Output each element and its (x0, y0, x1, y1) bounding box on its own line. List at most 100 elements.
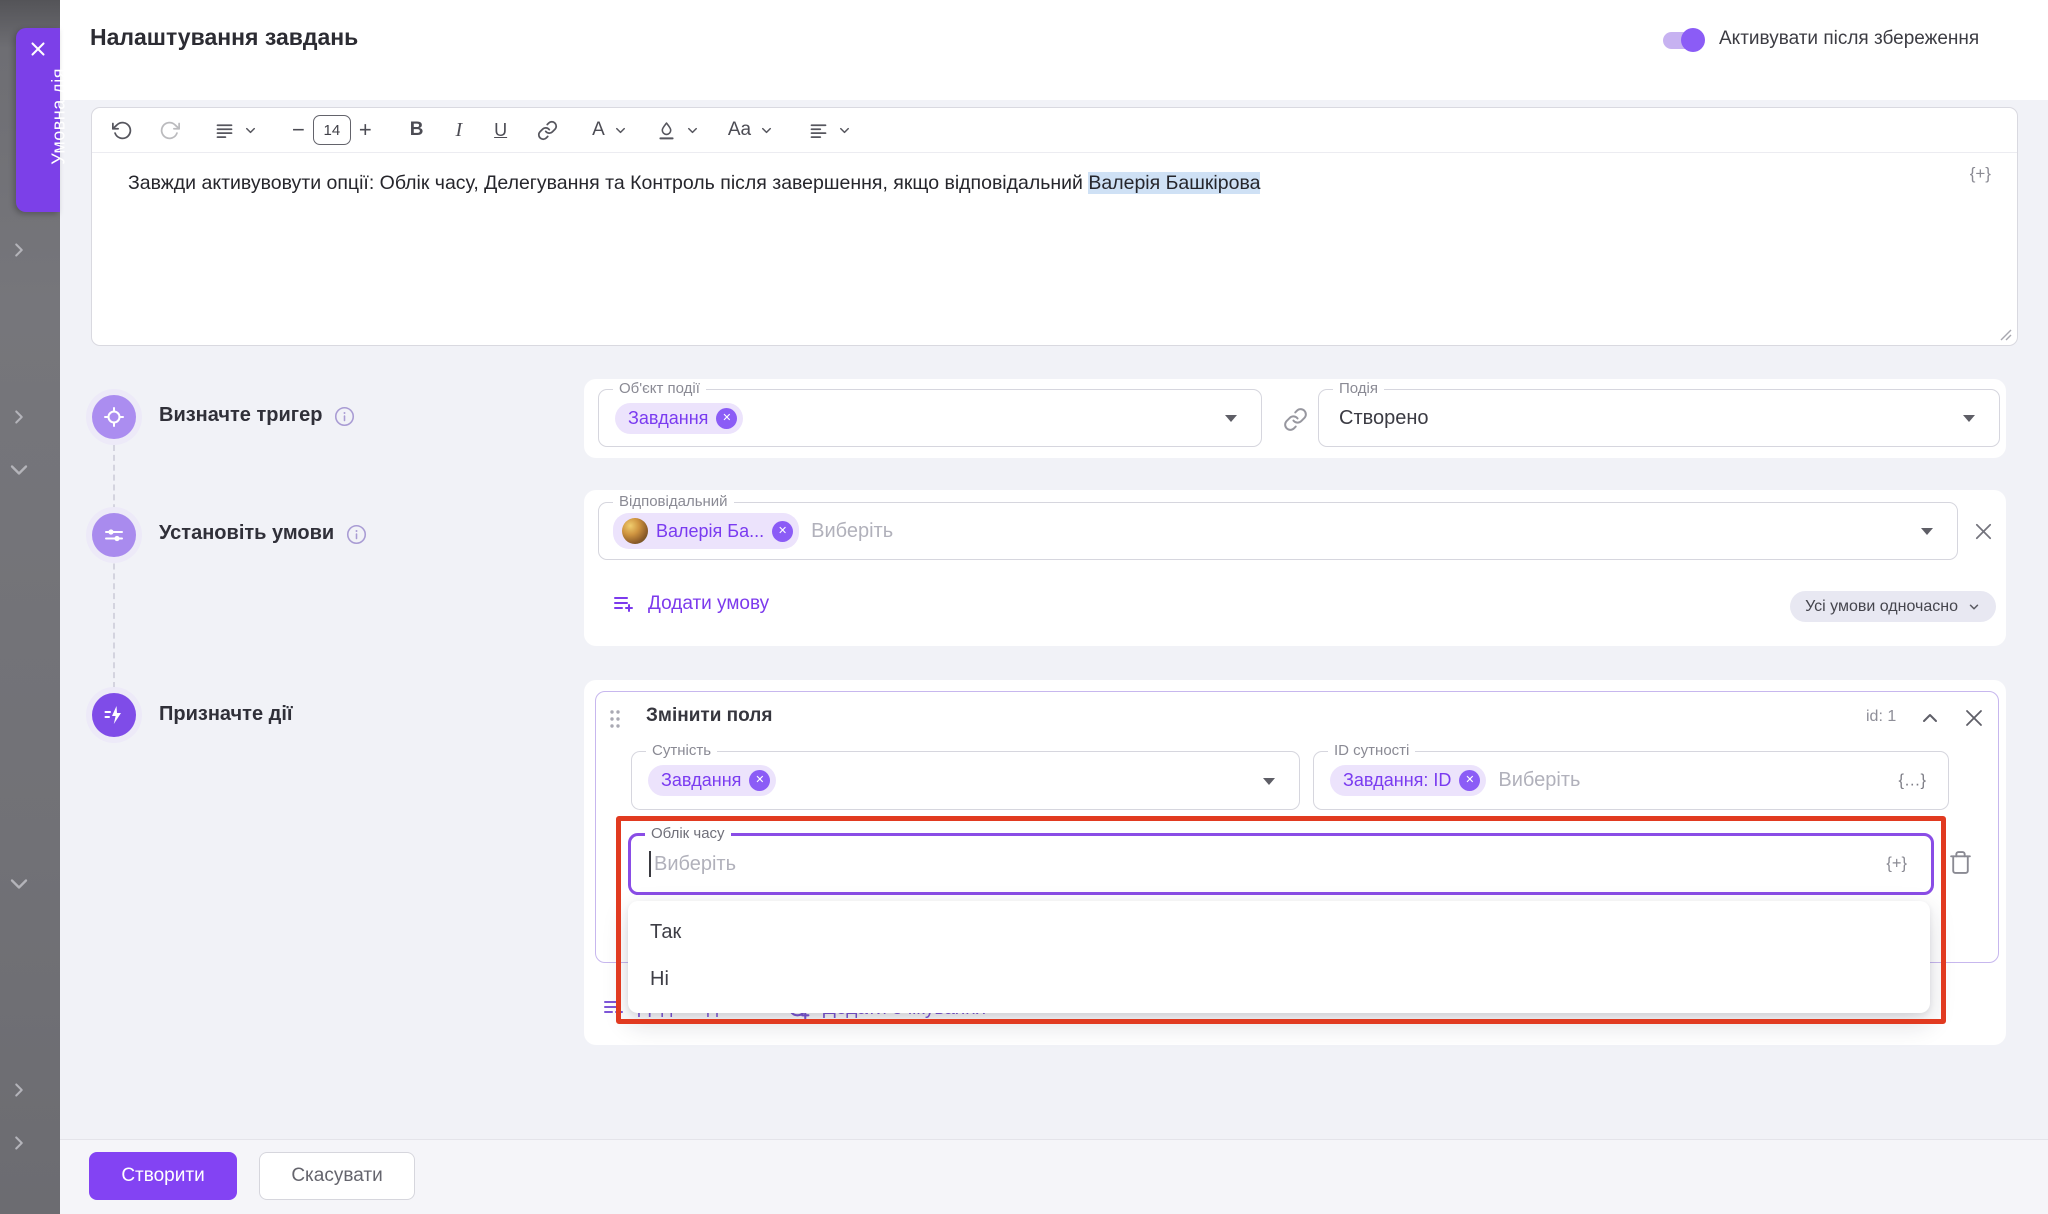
bold-button[interactable]: B (410, 115, 424, 145)
side-tab-conditional-action[interactable]: Умовна дія (16, 28, 60, 212)
activate-toggle[interactable] (1663, 32, 1701, 49)
typography-button[interactable]: Aa (728, 115, 751, 145)
entity-chip[interactable]: Завдання ✕ (648, 765, 776, 796)
chevron-down-icon[interactable] (5, 870, 27, 892)
task-settings-dialog: Умовна дія Налаштування завдань Активува… (0, 0, 2048, 1214)
resize-handle-icon[interactable] (1998, 327, 2012, 341)
drag-handle-icon[interactable] (607, 707, 623, 731)
link-icon[interactable] (537, 115, 558, 145)
insert-variable-token[interactable]: {+} (1886, 855, 1907, 874)
conditions-card: Відповідальний Валерія Ба... ✕ Виберіть … (584, 490, 2006, 646)
steps-connector (113, 445, 115, 688)
responsible-field[interactable]: Відповідальний Валерія Ба... ✕ Виберіть (598, 502, 1958, 560)
entity-id-placeholder: Виберіть (1498, 769, 1580, 792)
font-color-button[interactable]: A (592, 115, 605, 145)
chevron-right-icon[interactable] (8, 239, 30, 261)
chevron-right-icon[interactable] (8, 1132, 30, 1154)
redo-icon[interactable] (159, 115, 180, 145)
side-tab-label: Умовна дія (49, 68, 70, 165)
toggle-label: Активувати після збереження (1719, 28, 1979, 50)
responsible-placeholder: Виберіть (811, 520, 893, 543)
add-condition-button[interactable]: Додати умову (612, 592, 769, 616)
insert-variable-token[interactable]: {+} (1970, 164, 1991, 184)
dropdown-option-no[interactable]: Ні (628, 956, 1930, 1003)
actions-step-row: Призначте дії (159, 703, 293, 726)
chevron-down-icon[interactable] (5, 456, 27, 478)
highlight-color-icon[interactable] (656, 115, 677, 145)
chevron-right-icon[interactable] (8, 406, 30, 428)
info-icon[interactable] (334, 406, 355, 427)
time-tracking-dropdown: Так Ні (628, 901, 1930, 1013)
remove-condition-icon[interactable] (1972, 520, 1995, 548)
target-icon (92, 395, 136, 439)
conditions-step-row: Установіть умови (159, 522, 367, 545)
conditions-step-label: Установіть умови (159, 522, 334, 545)
editor-text: Завжди активувовути опції: Облік часу, Д… (128, 172, 1088, 194)
activate-after-save-toggle-row: Активувати після збереження (1663, 28, 1979, 50)
text-cursor (649, 851, 651, 877)
trigger-card: Об'єкт події Завдання ✕ Подія Створено (584, 379, 2006, 458)
entity-field[interactable]: Сутність Завдання ✕ (631, 751, 1300, 810)
info-icon[interactable] (346, 524, 367, 545)
event-object-field[interactable]: Об'єкт події Завдання ✕ (598, 389, 1262, 447)
cancel-button[interactable]: Скасувати (259, 1152, 415, 1200)
time-tracking-placeholder: Виберіть (654, 853, 736, 876)
toggle-knob (1681, 28, 1705, 52)
actions-step-icon (86, 687, 142, 743)
underline-button[interactable]: U (494, 115, 507, 145)
action-card-id: id: 1 (1866, 708, 1896, 726)
rich-text-editor[interactable]: − 14 + B I U A Aa (91, 107, 2018, 346)
chip-remove-icon[interactable]: ✕ (749, 770, 770, 791)
trigger-step-icon (86, 389, 142, 445)
dropdown-arrow-icon[interactable] (1225, 415, 1237, 422)
link-entities-icon[interactable] (1283, 407, 1308, 437)
trash-icon[interactable] (1948, 850, 1973, 880)
chevron-down-icon[interactable] (685, 115, 700, 145)
undo-icon[interactable] (112, 115, 133, 145)
line-height-icon[interactable] (214, 115, 235, 145)
font-size-value[interactable]: 14 (313, 115, 351, 145)
responsible-chip[interactable]: Валерія Ба... ✕ (613, 513, 799, 549)
create-button[interactable]: Створити (89, 1152, 237, 1200)
chevron-down-icon[interactable] (837, 115, 852, 145)
trigger-step-row: Визначте тригер (159, 404, 355, 427)
entity-id-chip[interactable]: Завдання: ID ✕ (1330, 765, 1486, 796)
close-icon[interactable] (27, 38, 49, 60)
chevron-down-icon[interactable] (243, 115, 258, 145)
editor-content[interactable]: Завжди активувовути опції: Облік часу, Д… (128, 169, 1947, 197)
chip-remove-icon[interactable]: ✕ (772, 521, 793, 542)
editor-toolbar: − 14 + B I U A Aa (92, 108, 2017, 153)
font-size-decrease-button[interactable]: − (292, 115, 305, 145)
braces-token-icon[interactable]: {…} (1898, 771, 1926, 790)
collapse-card-icon[interactable] (1918, 706, 1942, 735)
editor-highlighted-text: Валерія Башкірова (1088, 172, 1260, 194)
entity-id-field[interactable]: ID сутності Завдання: ID ✕ Виберіть {…} (1313, 751, 1949, 810)
avatar (622, 518, 648, 544)
dropdown-arrow-icon[interactable] (1921, 528, 1933, 535)
chevron-right-icon[interactable] (8, 1079, 30, 1101)
chip-remove-icon[interactable]: ✕ (716, 408, 737, 429)
dropdown-arrow-icon[interactable] (1263, 778, 1275, 785)
playlist-add-icon (602, 996, 626, 1020)
dropdown-option-yes[interactable]: Так (628, 909, 1930, 956)
page-title: Налаштування завдань (90, 24, 358, 51)
event-object-chip[interactable]: Завдання ✕ (615, 403, 743, 434)
align-icon[interactable] (808, 115, 829, 145)
trigger-step-label: Визначте тригер (159, 404, 322, 427)
bolt-icon (92, 693, 136, 737)
conditions-step-icon (86, 507, 142, 563)
time-tracking-field[interactable]: Облік часу Виберіть {+} (628, 833, 1934, 895)
italic-button[interactable]: I (455, 115, 462, 145)
chevron-down-icon[interactable] (613, 115, 628, 145)
conditions-mode-select[interactable]: Усі умови одночасно (1790, 591, 1996, 622)
action-card-title: Змінити поля (646, 705, 772, 727)
font-size-increase-button[interactable]: + (359, 115, 372, 145)
dropdown-arrow-icon[interactable] (1963, 415, 1975, 422)
event-field[interactable]: Подія Створено (1318, 389, 2000, 447)
remove-action-icon[interactable] (1962, 706, 1986, 735)
event-value: Створено (1339, 407, 1429, 430)
chip-remove-icon[interactable]: ✕ (1459, 770, 1480, 791)
chevron-down-icon[interactable] (759, 115, 774, 145)
chevron-down-icon (1967, 600, 1981, 614)
sliders-icon (92, 513, 136, 557)
